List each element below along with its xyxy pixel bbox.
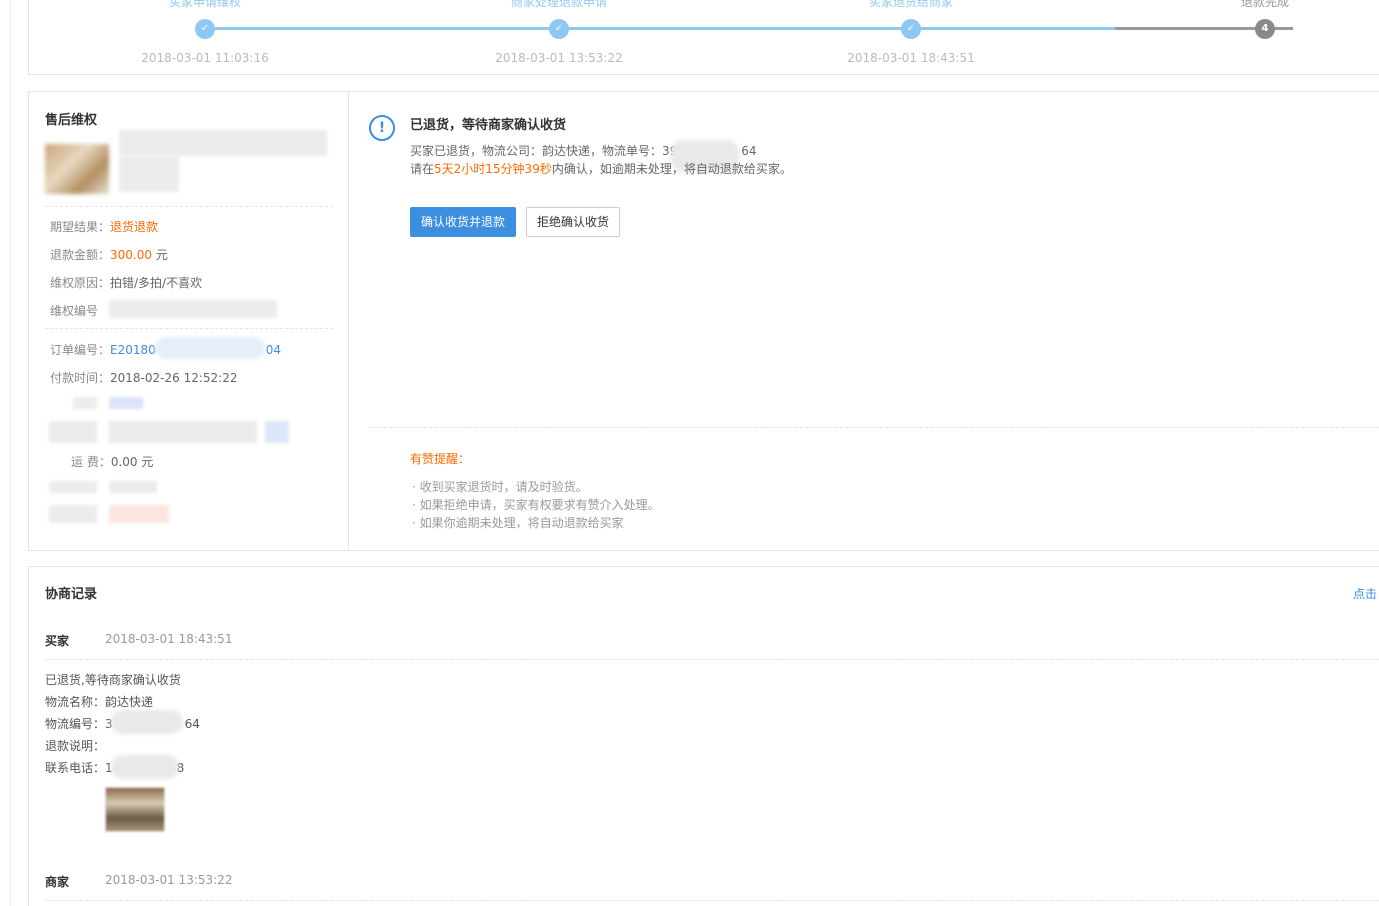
info-icon: ! [369, 115, 395, 141]
tip-item: · 如果你逾期未处理，将自动退款给买家 [412, 516, 624, 530]
product-spec-redacted [119, 156, 179, 192]
step-4-label: 退款完成 [1240, 0, 1289, 9]
record-refund-note: 退款说明： [45, 739, 106, 753]
step-2-time: 2018-03-01 13:53:22 [495, 51, 623, 65]
refund-progress: 买家申请维权 ✓ 2018-03-01 11:03:16 商家处理退款申请 ✓ … [28, 0, 1379, 75]
case-number-label: 维权编号 [50, 304, 99, 318]
record-desc: 已退货,等待商家确认收货 [45, 673, 181, 687]
order-number-prefix[interactable]: E20180 [110, 343, 156, 357]
confirm-receipt-refund-button[interactable]: 确认收货并退款 [410, 207, 516, 237]
refund-amount-row: 退款金额：300.00 元 [50, 246, 168, 263]
redacted-field [49, 505, 97, 523]
step-4-number: 4 [1255, 19, 1275, 39]
refund-amount-label: 退款金额： [50, 248, 111, 262]
check-icon: ✓ [901, 19, 921, 39]
status-title: 已退货，等待商家确认收货 [410, 118, 567, 133]
shipping-fee-value: 0.00 元 [110, 455, 154, 469]
redacted-field [265, 421, 289, 443]
deadline-notice: 请在5天2小时15分钟39秒内确认，如逾期未处理，将自动退款给买家。 [410, 160, 792, 177]
divider [45, 900, 1379, 901]
redacted-field [109, 421, 257, 443]
records-title: 协商记录 [45, 587, 98, 602]
deadline-countdown: 5天2小时15分钟39秒 [434, 162, 552, 176]
step-3-time: 2018-03-01 18:43:51 [847, 51, 975, 65]
expect-result-label: 期望结果： [50, 220, 111, 234]
order-number-label: 订单编号： [50, 343, 111, 357]
record-role: 商家 [45, 875, 70, 889]
record-logistics-number-label: 物流编号： [45, 717, 106, 731]
case-number-redacted [109, 300, 277, 318]
logistics-info-suffix: 64 [741, 144, 757, 158]
reject-receipt-button[interactable]: 拒绝确认收货 [526, 207, 620, 237]
product-name-redacted [119, 130, 327, 156]
step-2-label: 商家处理退款申请 [510, 0, 607, 9]
redacted-field [109, 505, 169, 523]
check-icon: ✓ [549, 19, 569, 39]
redacted-field [49, 481, 97, 493]
redacted-field [109, 481, 157, 493]
redacted-field [73, 397, 97, 409]
shipping-fee-label: 运 费： [71, 455, 111, 469]
status-panel: ! 已退货，等待商家确认收货 买家已退货，物流公司：韵达快递，物流单号：39 64… [348, 91, 1379, 551]
logistics-number-redacted [111, 710, 183, 734]
refund-reason-value: 拍错/多拍/不喜欢 [110, 276, 203, 290]
deadline-prefix: 请在 [410, 162, 435, 176]
return-proof-image[interactable] [105, 787, 165, 832]
pay-time-label: 付款时间： [50, 371, 111, 385]
divider [369, 427, 1379, 428]
divider [45, 659, 1379, 660]
refund-reason-label: 维权原因： [50, 276, 111, 290]
divider [45, 206, 333, 207]
expect-result-value: 退货退款 [110, 220, 159, 234]
tips-title: 有赞提醒： [410, 452, 471, 466]
check-icon: ✓ [195, 19, 215, 39]
tip-item: · 如果拒绝申请，买家有权要求有赞介入处理。 [412, 498, 660, 512]
pay-time-row: 付款时间：2018-02-26 12:52:22 [50, 369, 237, 386]
order-number-suffix[interactable]: 04 [266, 343, 281, 357]
aftersale-title: 售后维权 [45, 113, 98, 128]
aftersale-panel: 售后维权 期望结果：退货退款 退款金额：300.00 元 维权原因：拍错/多拍/… [28, 91, 349, 551]
refund-reason-row: 维权原因：拍错/多拍/不喜欢 [50, 274, 202, 291]
progress-line-done [205, 27, 1115, 30]
deadline-suffix: 内确认，如逾期未处理，将自动退款给买家。 [551, 162, 792, 176]
page-left-border [10, 0, 11, 906]
record-phone-label: 联系电话： [45, 761, 106, 775]
record-logistics-name: 物流名称：韵达快递 [45, 693, 153, 710]
record-role: 买家 [45, 634, 70, 648]
shipping-fee-row: 运 费：0.00 元 [71, 453, 153, 470]
logistics-info-prefix: 买家已退货，物流公司：韵达快递，物流单号：39 [410, 144, 678, 158]
record-time: 2018-03-01 13:53:22 [105, 873, 233, 887]
step-1-time: 2018-03-01 11:03:16 [141, 51, 269, 65]
redacted-field [49, 421, 97, 443]
pay-time-value: 2018-02-26 12:52:22 [110, 371, 238, 385]
refund-amount-unit: 元 [152, 248, 168, 262]
redacted-field [109, 397, 143, 409]
records-expand-link[interactable]: 点击 [1353, 585, 1377, 602]
expect-result-row: 期望结果：退货退款 [50, 218, 158, 235]
record-logistics-name-value: 韵达快递 [105, 695, 154, 709]
order-number-redacted [155, 337, 265, 359]
case-number-row: 维权编号 [50, 302, 98, 319]
tip-item: · 收到买家退货时，请及时验货。 [412, 480, 588, 494]
step-1-label: 买家申请维权 [168, 0, 241, 9]
product-thumbnail[interactable] [45, 144, 109, 194]
refund-amount-value: 300.00 [110, 248, 153, 262]
step-3-label: 买家退货给商家 [868, 0, 953, 9]
divider [45, 328, 333, 329]
negotiation-records: 协商记录 点击 买家 2018-03-01 18:43:51 已退货,等待商家确… [28, 566, 1379, 906]
record-logistics-number-suffix: 64 [184, 717, 200, 731]
record-logistics-name-label: 物流名称： [45, 695, 106, 709]
record-time: 2018-03-01 18:43:51 [105, 632, 233, 646]
phone-redacted [111, 755, 179, 779]
